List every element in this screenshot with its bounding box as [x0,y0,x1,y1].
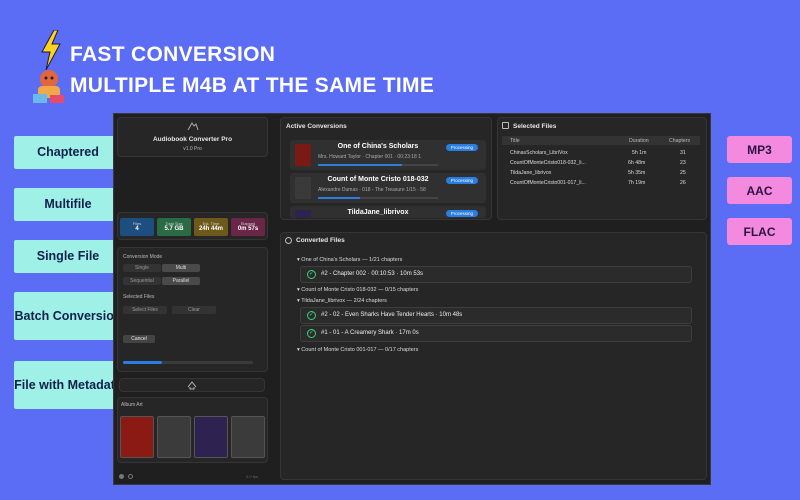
stat-files: Files 4 [120,218,154,236]
cover-thumbnail [295,210,311,218]
album-art-3[interactable] [194,416,228,458]
list-item[interactable]: ✓ #1 - 01 - A Creamery Shark · 17m 0s [300,325,692,342]
headline-multiple: MULTIPLE M4B AT THE SAME TIME [70,74,435,97]
group-header[interactable]: ▾ Count of Monte Cristo 001-017 — 0/17 c… [297,347,418,353]
app-name: Audiobook Converter Pro [152,136,233,143]
status-badge: Processing [445,177,478,184]
active-conversions-title: Active Conversions [286,123,347,130]
stat-est-time: Est. Time 24h 44m [194,218,228,236]
conversion-item: TildaJane_librivox Processing [290,206,486,218]
list-item[interactable]: ✓ #2 - Chapter 002 · 00:10:53 · 10m 53s [300,266,692,283]
table-row[interactable]: TildaJane_librivox 5h 35m 25 [502,168,700,177]
settings-icon[interactable] [119,474,124,479]
group-header[interactable]: ▾ Count of Monte Cristo 018-032 — 0/15 c… [297,287,418,293]
group-header[interactable]: ▾ TildaJane_librivox — 2/24 chapters [297,298,387,304]
selected-files-label: Selected Files [123,294,155,300]
group-header[interactable]: ▾ One of China's Scholars — 1/21 chapter… [297,257,402,263]
conversion-mode-label: Conversion Mode [123,254,163,260]
converted-files-title: Converted Files [296,237,345,244]
check-icon: ✓ [307,311,316,320]
select-files-button[interactable]: Select Files [123,306,167,314]
overall-progress-bar [123,361,253,364]
conversion-title: Count of Monte Cristo 018-032 [327,176,429,183]
feature-file-with-metadata: File with Metadata [14,361,122,409]
album-art-4[interactable] [231,416,265,458]
feature-multifile: Multifile [14,188,122,221]
stat-total-size: Total Size 5.7 GB [157,218,191,236]
status-badge: Processing [445,210,478,217]
cover-thumbnail [295,144,311,166]
table-row[interactable]: CountOfMonteCristo001-017_li... 7h 19m 26 [502,178,700,187]
mode-single-button[interactable]: Single [123,264,161,272]
check-icon: ✓ [307,270,316,279]
feature-single-file: Single File [14,240,122,273]
check-circle-icon [285,237,292,244]
format-flac: FLAC [727,218,792,245]
folder-icon [187,381,197,390]
headline-fast: FAST CONVERSION [70,43,276,66]
table-row[interactable]: ChinasScholars_LibriVox 5h 1m 31 [502,148,700,157]
order-sequential-button[interactable]: Sequential [123,277,161,285]
check-icon: ✓ [307,329,316,338]
conversion-title: TildaJane_librivox [347,209,409,216]
conversion-progress [318,164,438,166]
mascot-icon [33,70,64,103]
list-item[interactable]: ✓ #2 - 02 - Even Sharks Have Tender Heart… [300,307,692,324]
order-parallel-button[interactable]: Parallel [162,277,200,285]
lightning-icon [41,30,61,70]
format-aac: AAC [727,177,792,204]
mode-multi-button[interactable]: Multi [162,264,200,272]
conversion-progress [318,197,438,199]
conversion-item: Count of Monte Cristo 018-032 Alexandre … [290,173,486,203]
conversion-subtitle: Mrs. Howard Taylor · Chapter 001 · 00:23… [318,154,422,160]
feature-batch-conversion: Batch Conversion [14,292,122,340]
album-art-1[interactable] [120,416,154,458]
album-art-label: Album Art [121,402,143,408]
format-mp3: MP3 [727,136,792,163]
table-row[interactable]: CountOfMonteCristo018-032_li... 6h 48m 23 [502,158,700,167]
conversion-title: One of China's Scholars [337,143,419,150]
cancel-button[interactable]: Cancel [123,335,155,343]
conversion-item: One of China's Scholars Mrs. Howard Tayl… [290,140,486,170]
clear-button[interactable]: Clear [172,306,216,314]
table-header: Title Duration Chapters [502,136,700,145]
footer-status: 0.0 fps [246,474,259,479]
document-icon [502,122,509,129]
selected-files-title: Selected Files [513,123,557,130]
conversion-subtitle: Alexandre Dumas · 018 - The Treasure 1/1… [318,187,426,193]
album-art-2[interactable] [157,416,191,458]
cover-thumbnail [295,177,311,199]
app-version: v1.0 Pro [183,146,202,152]
feature-chaptered: Chaptered [14,136,122,169]
app-logo-icon [187,122,199,131]
stat-elapsed: Elapsed 0m 57s [231,218,265,236]
info-icon[interactable] [128,474,133,479]
status-badge: Processing [445,144,478,151]
